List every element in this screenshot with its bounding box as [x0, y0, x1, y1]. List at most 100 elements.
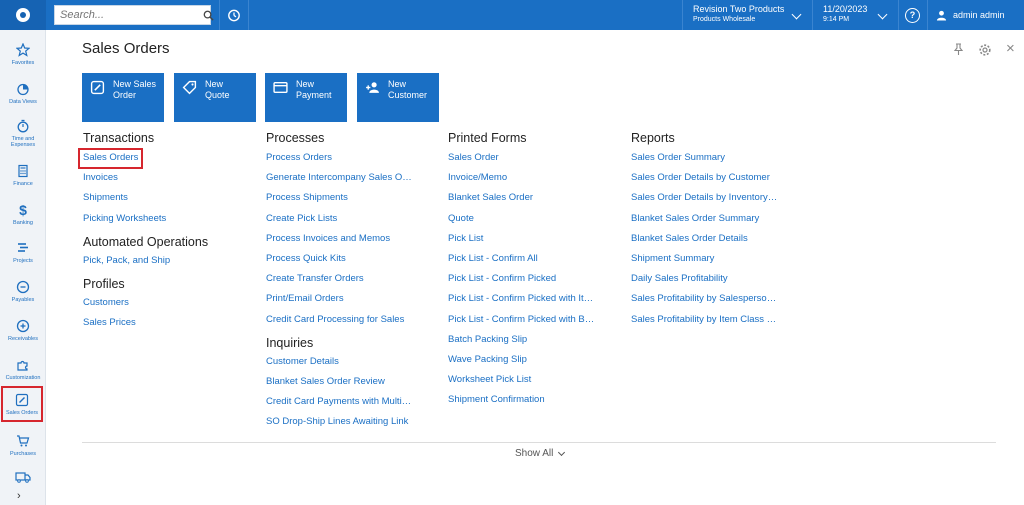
tile-label-line2: Quote [205, 90, 230, 100]
sidebar-item-label: Customization [5, 375, 41, 381]
column-transactions: Transactions Sales Orders Invoices Shipm… [77, 130, 208, 333]
new-sales-order-tile[interactable]: New Sales Order [82, 73, 164, 122]
link-sales-order-summary[interactable]: Sales Order Summary [631, 148, 777, 168]
link-shipment-confirmation[interactable]: Shipment Confirmation [448, 390, 594, 410]
link-credit-card-processing[interactable]: Credit Card Processing for Sales [266, 310, 412, 330]
sidebar-item-receivables[interactable]: Receivables [0, 311, 46, 349]
plus-circle-icon [15, 318, 31, 334]
column-processes: Processes Process Orders Generate Interc… [266, 130, 412, 432]
link-pick-list-confirm-picked[interactable]: Pick List - Confirm Picked [448, 269, 594, 289]
sidebar-item-banking[interactable]: $ Banking [0, 195, 46, 233]
close-icon[interactable]: × [1006, 40, 1015, 57]
truck-icon [15, 469, 31, 485]
sidebar-item-shipping[interactable] [0, 462, 46, 492]
link-blanket-sales-order-summary[interactable]: Blanket Sales Order Summary [631, 209, 777, 229]
sidebar-item-label: Favorites [11, 60, 35, 66]
link-sales-profitability-salesperson[interactable]: Sales Profitability by Salesperso… [631, 289, 777, 309]
link-customers[interactable]: Customers [83, 293, 208, 313]
section-title-inquiries: Inquiries [266, 335, 314, 350]
link-invoice-memo[interactable]: Invoice/Memo [448, 168, 594, 188]
link-worksheet-pick-list[interactable]: Worksheet Pick List [448, 370, 594, 390]
link-process-orders[interactable]: Process Orders [266, 148, 412, 168]
date-selector[interactable]: 11/20/2023 9:14 PM [812, 0, 896, 30]
new-payment-tile[interactable]: New Payment [265, 73, 347, 122]
tile-label-line2: Customer [388, 90, 428, 100]
logo-icon [16, 8, 30, 22]
sidebar-item-sales-orders[interactable]: Sales Orders [1, 386, 43, 422]
link-generate-intercompany-sales[interactable]: Generate Intercompany Sales O… [266, 168, 412, 188]
section-title-printed-forms: Printed Forms [448, 131, 527, 145]
calculator-icon [15, 163, 31, 179]
pin-icon[interactable] [953, 43, 964, 59]
link-process-shipments[interactable]: Process Shipments [266, 188, 412, 208]
sidebar-item-label: Time and Expenses [10, 136, 36, 148]
section-title-profiles: Profiles [83, 276, 125, 291]
search-box[interactable] [54, 5, 214, 25]
expand-sidebar-icon[interactable]: › [17, 490, 21, 502]
link-so-drop-ship-lines[interactable]: SO Drop-Ship Lines Awaiting Link [266, 412, 412, 432]
edit-icon [90, 80, 105, 100]
sidebar-item-data-views[interactable]: Data Views [0, 74, 46, 112]
link-daily-sales-profitability[interactable]: Daily Sales Profitability [631, 269, 777, 289]
link-sales-order-details-inventory[interactable]: Sales Order Details by Inventory… [631, 188, 777, 208]
history-icon [228, 9, 240, 22]
acumatica-logo[interactable] [0, 0, 46, 30]
history-button[interactable] [219, 0, 249, 30]
link-pick-list-confirm-picked-items[interactable]: Pick List - Confirm Picked with It… [448, 289, 594, 309]
show-all-button[interactable]: Show All [515, 448, 566, 459]
link-pick-list[interactable]: Pick List [448, 229, 594, 249]
link-sales-prices[interactable]: Sales Prices [83, 313, 208, 333]
link-picking-worksheets[interactable]: Picking Worksheets [83, 209, 208, 229]
search-icon[interactable] [203, 7, 214, 23]
link-sales-profitability-item-class[interactable]: Sales Profitability by Item Class … [631, 310, 777, 330]
sidebar-item-payables[interactable]: Payables [0, 272, 46, 310]
sidebar-item-finance[interactable]: Finance [0, 156, 46, 194]
link-wave-packing-slip[interactable]: Wave Packing Slip [448, 350, 594, 370]
gear-icon[interactable] [978, 43, 992, 60]
link-blanket-sales-order-details[interactable]: Blanket Sales Order Details [631, 229, 777, 249]
link-create-transfer-orders[interactable]: Create Transfer Orders [266, 269, 412, 289]
link-blanket-sales-order-review[interactable]: Blanket Sales Order Review [266, 372, 412, 392]
search-input[interactable] [55, 6, 203, 24]
link-sales-order-details-customer[interactable]: Sales Order Details by Customer [631, 168, 777, 188]
help-button[interactable]: ? [898, 0, 926, 30]
divider [82, 442, 996, 443]
company-selector[interactable]: Revision Two Products Products Wholesale [682, 0, 810, 30]
sidebar-item-purchases[interactable]: Purchases [0, 426, 46, 464]
sidebar-item-customization[interactable]: Customization [0, 350, 46, 388]
sidebar-item-label: Data Views [9, 99, 37, 105]
sidebar-item-label: Purchases [10, 451, 36, 457]
sidebar-item-time-and-expenses[interactable]: Time and Expenses [0, 114, 46, 152]
link-blanket-sales-order[interactable]: Blanket Sales Order [448, 188, 594, 208]
link-sales-orders[interactable]: Sales Orders [77, 148, 144, 169]
edit-icon [14, 392, 30, 408]
sidebar: Favorites Data Views Time and Expenses F… [0, 30, 46, 505]
sidebar-item-projects[interactable]: Projects [0, 233, 46, 271]
link-process-quick-kits[interactable]: Process Quick Kits [266, 249, 412, 269]
link-quote[interactable]: Quote [448, 209, 594, 229]
link-shipment-summary[interactable]: Shipment Summary [631, 249, 777, 269]
link-batch-packing-slip[interactable]: Batch Packing Slip [448, 330, 594, 350]
link-print-email-orders[interactable]: Print/Email Orders [266, 289, 412, 309]
link-pick-list-confirm-picked-batch[interactable]: Pick List - Confirm Picked with B… [448, 310, 594, 330]
sidebar-item-favorites[interactable]: Favorites [0, 35, 46, 73]
link-customer-details[interactable]: Customer Details [266, 352, 412, 372]
tile-label-line2: Order [113, 90, 137, 100]
help-icon: ? [905, 7, 920, 23]
link-shipments[interactable]: Shipments [83, 188, 208, 208]
sidebar-item-label: Projects [13, 258, 33, 264]
link-pick-pack-ship[interactable]: Pick, Pack, and Ship [83, 251, 208, 271]
projects-icon [15, 240, 31, 256]
link-process-invoices-memos[interactable]: Process Invoices and Memos [266, 229, 412, 249]
new-quote-tile[interactable]: New Quote [174, 73, 256, 122]
link-pick-list-confirm-all[interactable]: Pick List - Confirm All [448, 249, 594, 269]
puzzle-icon [15, 357, 31, 373]
link-credit-card-payments-multi[interactable]: Credit Card Payments with Multi… [266, 392, 412, 412]
add-user-icon [365, 80, 380, 100]
user-menu[interactable]: admin admin [927, 0, 1024, 30]
link-sales-order-form[interactable]: Sales Order [448, 148, 594, 168]
new-customer-tile[interactable]: New Customer [357, 73, 439, 122]
tile-label: New Sales [113, 79, 157, 89]
link-create-pick-lists[interactable]: Create Pick Lists [266, 209, 412, 229]
link-invoices[interactable]: Invoices [83, 168, 208, 188]
